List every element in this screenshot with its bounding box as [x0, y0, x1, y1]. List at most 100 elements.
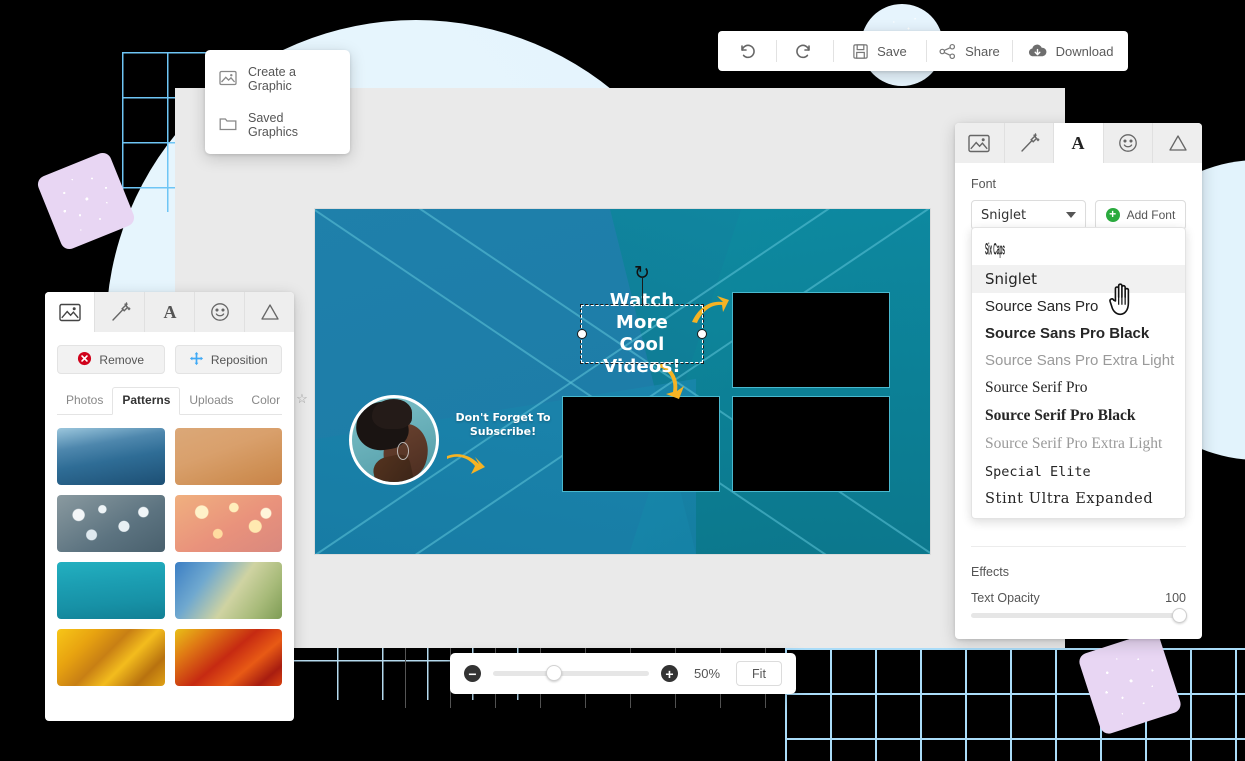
pattern-thumbnail-grid: [57, 415, 282, 698]
font-option-sniglet[interactable]: Sniglet: [972, 265, 1185, 293]
pattern-thumbnail[interactable]: [57, 562, 165, 619]
magic-wand-icon: [111, 302, 130, 321]
tab-image[interactable]: [45, 292, 95, 332]
image-icon: [219, 70, 237, 89]
tab-text[interactable]: A: [145, 292, 195, 332]
font-option-label: Source Serif Pro Black: [985, 407, 1136, 424]
pattern-thumbnail[interactable]: [174, 562, 282, 619]
undo-button[interactable]: [718, 31, 776, 71]
mouse-cursor-pointer-icon: [1109, 283, 1130, 316]
add-font-button[interactable]: + Add Font: [1094, 200, 1186, 230]
redo-button[interactable]: [775, 31, 834, 71]
download-label: Download: [1055, 43, 1114, 59]
subscribe-line-2: Subscribe!: [469, 425, 537, 438]
left-panel-subtabs: Photos Patterns Uploads Color ☆: [57, 387, 308, 415]
font-option-source-sans-pro[interactable]: Source Sans Pro: [972, 293, 1185, 320]
fit-button[interactable]: Fit: [736, 661, 782, 686]
pattern-thumbnail[interactable]: [57, 629, 165, 686]
pattern-thumbnail[interactable]: [174, 428, 282, 485]
font-option-source-sans-pro-black[interactable]: Source Sans Pro Black: [972, 320, 1185, 347]
menu-item-label: Saved Graphics: [248, 111, 299, 139]
tab-effects[interactable]: [1005, 123, 1055, 163]
subtab-color[interactable]: Color: [242, 388, 289, 414]
save-button[interactable]: Save: [833, 31, 926, 71]
subtab-photos[interactable]: Photos: [57, 388, 112, 414]
move-cross-icon: [189, 351, 204, 369]
triangle-icon: [260, 304, 279, 320]
font-option-source-serif-pro[interactable]: Source Serif Pro: [972, 374, 1185, 402]
decorative-confetti-left: [35, 150, 137, 252]
video-placeholder-box[interactable]: [562, 396, 720, 492]
pattern-thumbnail[interactable]: [174, 629, 282, 686]
letter-a-icon: A: [1072, 133, 1085, 153]
graphics-dropdown-menu: Create a Graphic Saved Graphics: [205, 50, 350, 154]
text-opacity-slider[interactable]: [971, 608, 1187, 623]
resize-handle-right[interactable]: [697, 329, 707, 339]
left-panel-actions: Remove Reposition: [57, 345, 282, 374]
pattern-thumbnail[interactable]: [174, 495, 282, 552]
font-select-value: Sniglet: [981, 207, 1027, 223]
tab-effects[interactable]: [95, 292, 145, 332]
decorative-grid-bottom-right: [785, 648, 1245, 761]
download-button[interactable]: Download: [1012, 31, 1128, 71]
menu-item-create-a-graphic[interactable]: Create a Graphic: [205, 56, 350, 102]
smiley-icon: [210, 303, 229, 321]
avatar-earring: [397, 442, 409, 460]
decorative-confetti-right: [1077, 630, 1183, 736]
pattern-thumbnail[interactable]: [57, 495, 165, 552]
font-dropdown-list[interactable]: Six Caps Sniglet Source Sans Pro Source San…: [971, 227, 1186, 519]
cloud-download-icon: [1027, 42, 1048, 60]
share-button[interactable]: Share: [925, 31, 1012, 71]
reposition-button[interactable]: Reposition: [174, 345, 282, 374]
subtab-patterns[interactable]: Patterns: [112, 387, 181, 415]
resize-handle-left[interactable]: [577, 329, 587, 339]
zoom-percent-label: 50%: [693, 666, 721, 681]
pattern-thumbnail[interactable]: [57, 428, 165, 485]
font-option-label: Source Sans Pro Extra Light: [985, 352, 1175, 369]
tab-image[interactable]: [955, 123, 1005, 163]
plus-circle-icon[interactable]: +: [661, 665, 678, 682]
share-icon: [938, 42, 957, 61]
triangle-icon: [1169, 135, 1187, 151]
video-placeholder-box[interactable]: [732, 396, 890, 492]
menu-item-saved-graphics[interactable]: Saved Graphics: [205, 102, 350, 148]
remove-button[interactable]: Remove: [57, 345, 165, 374]
selected-text-element[interactable]: ↻ Watch More Cool Videos!: [577, 264, 707, 377]
font-option-source-serif-pro-black[interactable]: Source Serif Pro Black: [972, 402, 1185, 430]
font-option-special-elite[interactable]: Special Elite: [972, 458, 1185, 485]
svg-text:A: A: [163, 302, 176, 322]
font-option-stint-ultra-expanded[interactable]: Stint Ultra Expanded: [972, 485, 1185, 512]
avatar[interactable]: [349, 395, 439, 485]
text-opacity-slider-knob[interactable]: [1172, 608, 1187, 623]
minus-circle-icon[interactable]: −: [464, 665, 481, 682]
font-option-six-caps[interactable]: Six Caps: [972, 235, 1185, 265]
font-select[interactable]: Sniglet: [971, 200, 1086, 230]
right-panel-body: Font Sniglet + Add Font: [955, 163, 1202, 230]
tab-stickers[interactable]: [1104, 123, 1154, 163]
tab-shapes[interactable]: [245, 292, 294, 332]
subscribe-callout[interactable]: Don't Forget To Subscribe!: [443, 411, 563, 439]
letter-a-icon: A: [163, 302, 176, 322]
design-canvas[interactable]: Don't Forget To Subscribe! ↻ Watch More: [315, 209, 930, 554]
save-label: Save: [877, 43, 907, 59]
zoom-slider-knob[interactable]: [546, 665, 563, 681]
subscribe-line-1: Don't Forget To: [455, 411, 551, 424]
rotate-icon[interactable]: ↻: [634, 264, 650, 283]
image-icon: [968, 134, 990, 152]
tab-shapes[interactable]: [1153, 123, 1202, 163]
star-icon[interactable]: ☆: [289, 387, 315, 414]
font-option-label: Source Serif Pro: [985, 379, 1088, 396]
zoom-slider[interactable]: [493, 665, 649, 681]
tab-stickers[interactable]: [195, 292, 245, 332]
panel-divider: [971, 546, 1186, 547]
font-option-source-sans-pro-extra-light[interactable]: Source Sans Pro Extra Light: [972, 347, 1185, 374]
right-text-panel: A Font Sniglet + Add Font Six Caps Snigl…: [955, 123, 1202, 639]
reposition-label: Reposition: [210, 352, 268, 367]
chevron-down-icon: [1065, 212, 1076, 218]
smiley-icon: [1119, 134, 1137, 152]
font-option-source-serif-pro-extra-light[interactable]: Source Serif Pro Extra Light: [972, 430, 1185, 458]
video-placeholder-box[interactable]: [732, 292, 890, 388]
tab-text[interactable]: A: [1054, 123, 1104, 163]
subtab-uploads[interactable]: Uploads: [180, 388, 242, 414]
font-option-label: Sniglet: [985, 270, 1037, 288]
